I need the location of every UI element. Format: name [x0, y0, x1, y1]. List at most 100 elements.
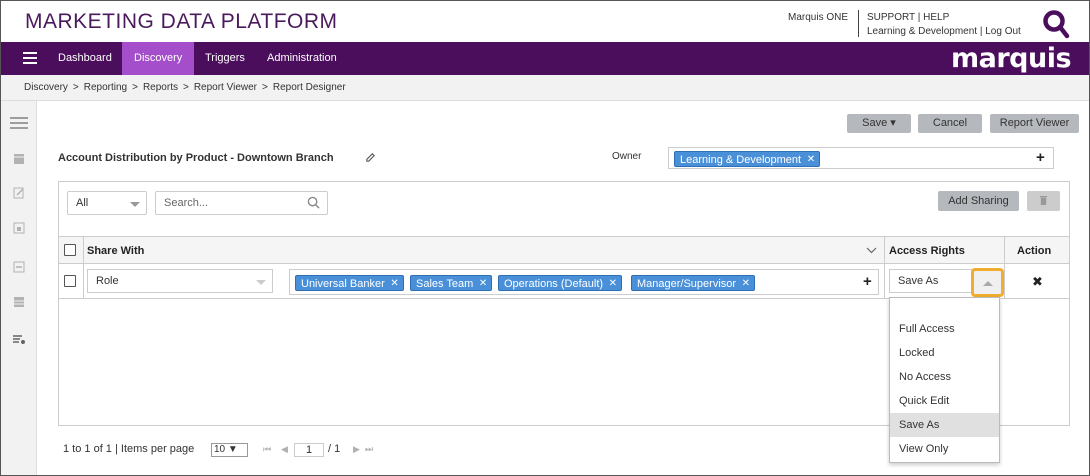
delete-button[interactable]	[1027, 191, 1060, 211]
role-chip-label: Operations (Default)	[504, 278, 604, 290]
app-title: MARKETING DATA PLATFORM	[25, 10, 338, 33]
chevron-down-icon[interactable]	[866, 246, 877, 254]
main-navbar: Dashboard Discovery Triggers Administrat…	[1, 42, 1089, 75]
org-link[interactable]: Learning & Development	[867, 26, 977, 37]
sidebar-edit-icon[interactable]	[11, 187, 27, 199]
add-role-icon[interactable]: +	[863, 273, 872, 290]
crumb-separator: >	[132, 82, 138, 93]
column-action: Action	[1017, 245, 1052, 257]
option-quick-edit[interactable]: Quick Edit	[890, 389, 999, 413]
owner-field[interactable]: Learning & Development ✕ +	[668, 147, 1054, 169]
role-chip: Operations (Default) ✕	[498, 275, 623, 292]
remove-chip-icon[interactable]: ✕	[807, 152, 815, 168]
prev-page-icon[interactable]: ◀	[281, 444, 288, 455]
left-sidebar	[1, 101, 37, 475]
nav-administration[interactable]: Administration	[255, 42, 349, 75]
role-chip-label: Manager/Supervisor	[637, 278, 737, 290]
access-rights-dropdown: Full Access Locked No Access Quick Edit …	[889, 297, 1000, 463]
role-chip: Sales Team ✕	[410, 275, 493, 292]
app-frame: MARKETING DATA PLATFORM Marquis ONE SUPP…	[0, 0, 1090, 476]
pager-summary: 1 to 1 of 1 | Items per page	[63, 443, 195, 455]
help-link[interactable]: HELP	[923, 12, 949, 23]
page-total: / 1	[328, 443, 341, 455]
role-chip-label: Universal Banker	[301, 278, 385, 290]
first-page-icon[interactable]: ⏮	[263, 444, 271, 455]
remove-chip-icon[interactable]: ✕	[609, 276, 617, 292]
nav-triggers[interactable]: Triggers	[193, 42, 257, 75]
add-owner-icon[interactable]: +	[1036, 149, 1045, 166]
search-placeholder: Search...	[164, 197, 209, 209]
column-access-rights[interactable]: Access Rights	[889, 245, 965, 257]
owner-chip: Learning & Development ✕	[674, 151, 821, 168]
sidebar-export-icon[interactable]	[11, 261, 27, 273]
column-divider	[83, 237, 84, 264]
search-logo-icon[interactable]	[1041, 9, 1071, 39]
column-divider	[83, 264, 84, 299]
remove-chip-icon[interactable]: ✕	[390, 276, 398, 292]
nav-dashboard[interactable]: Dashboard	[46, 42, 124, 75]
support-help-links: SUPPORT | HELP	[867, 12, 949, 23]
sidebar-report-icon[interactable]	[11, 222, 27, 234]
hamburger-menu-icon[interactable]	[23, 52, 37, 64]
trash-icon	[1039, 196, 1048, 205]
org-logout-links: Learning & Development | Log Out	[867, 26, 1021, 37]
pencil-edit-icon[interactable]	[365, 152, 376, 163]
user-name[interactable]: Marquis ONE	[788, 12, 848, 23]
option-view-only[interactable]: View Only	[890, 437, 999, 461]
add-sharing-button[interactable]: Add Sharing	[938, 191, 1019, 211]
search-input[interactable]: Search...	[155, 191, 328, 215]
crumb-reporting[interactable]: Reporting	[84, 82, 127, 93]
crumb-discovery[interactable]: Discovery	[24, 82, 68, 93]
role-chip-label: Sales Team	[416, 278, 474, 290]
save-button[interactable]: Save ▾	[847, 114, 911, 133]
next-page-icon[interactable]: ▶	[353, 444, 360, 455]
role-chip: Universal Banker ✕	[295, 275, 404, 291]
roles-multiselect[interactable]: Universal Banker ✕ Sales Team ✕ Operations…	[289, 269, 879, 295]
option-locked[interactable]: Locked	[890, 341, 999, 365]
crumb-report-designer: Report Designer	[272, 82, 346, 93]
share-type-select[interactable]: Role	[87, 269, 273, 293]
cancel-button[interactable]: Cancel	[918, 114, 982, 133]
search-icon[interactable]	[307, 196, 320, 209]
crumb-report-viewer[interactable]: Report Viewer	[194, 82, 257, 93]
save-button-label: Save	[862, 117, 888, 129]
chevron-down-icon: ▾	[890, 117, 896, 129]
crumb-separator: >	[262, 82, 268, 93]
option-save-as[interactable]: Save As	[890, 413, 999, 437]
sharing-grid-header: Share With Access Rights Action	[59, 236, 1069, 264]
items-per-page-value: 10	[214, 444, 226, 455]
items-per-page-select[interactable]: 10 ▼	[211, 443, 248, 457]
chevron-up-icon	[983, 281, 993, 286]
chevron-down-icon	[256, 280, 266, 285]
column-divider	[884, 264, 885, 299]
option-full-access[interactable]: Full Access	[890, 317, 999, 341]
report-title: Account Distribution by Product - Downto…	[58, 152, 334, 164]
remove-chip-icon[interactable]: ✕	[742, 276, 750, 292]
nav-discovery[interactable]: Discovery	[122, 42, 195, 75]
crumb-reports[interactable]: Reports	[143, 82, 178, 93]
remove-row-icon[interactable]: ✖	[1032, 274, 1043, 290]
crumb-separator: >	[182, 82, 189, 93]
page-number-input[interactable]: 1	[294, 443, 324, 457]
access-rights-value: Save As	[898, 275, 939, 287]
select-all-checkbox[interactable]	[64, 244, 76, 256]
report-viewer-button[interactable]: Report Viewer	[990, 114, 1079, 133]
remove-chip-icon[interactable]: ✕	[479, 276, 487, 292]
row-checkbox[interactable]	[64, 275, 76, 287]
owner-label: Owner	[612, 151, 642, 162]
logout-link[interactable]: Log Out	[985, 26, 1021, 37]
crumb-separator: >	[72, 82, 79, 93]
owner-chip-label: Learning & Development	[680, 154, 802, 166]
sidebar-calendar-icon[interactable]	[11, 296, 27, 308]
last-page-icon[interactable]: ⏭	[365, 444, 373, 455]
sidebar-list-settings-icon[interactable]	[11, 333, 27, 345]
access-dropdown-toggle[interactable]	[971, 268, 1004, 297]
share-type-value: Role	[96, 275, 119, 287]
filter-select[interactable]: All	[67, 191, 147, 215]
top-header: MARKETING DATA PLATFORM Marquis ONE SUPP…	[1, 1, 1089, 42]
option-no-access[interactable]: No Access	[890, 365, 999, 389]
support-link[interactable]: SUPPORT	[867, 12, 915, 23]
sidebar-toggle-icon[interactable]	[10, 117, 28, 129]
sidebar-table-icon[interactable]	[11, 153, 27, 165]
column-share-with[interactable]: Share With	[87, 245, 144, 257]
